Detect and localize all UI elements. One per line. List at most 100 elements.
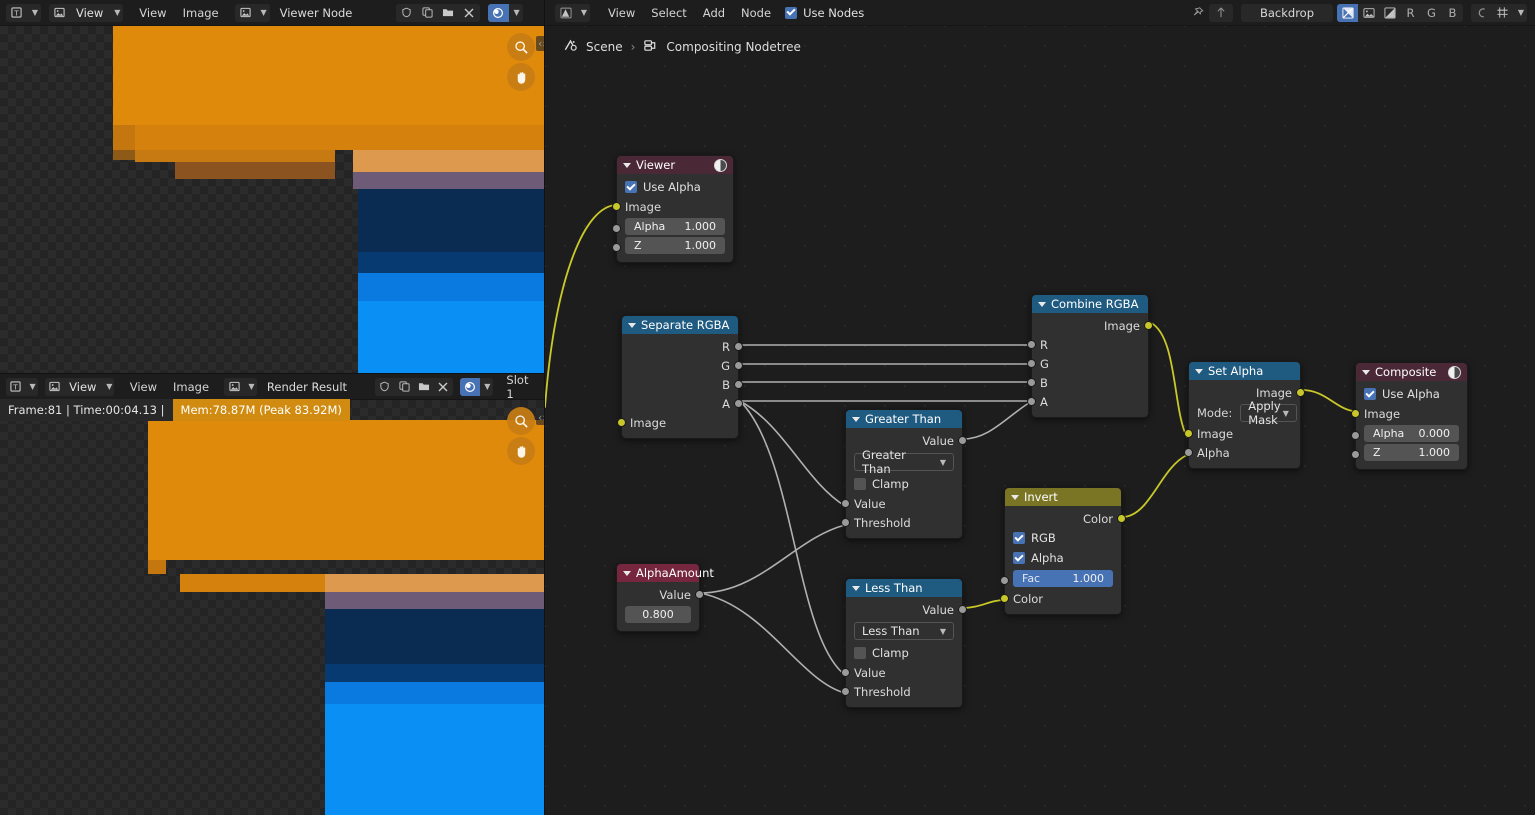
menu-add-node[interactable]: Add [695, 3, 733, 23]
area-divider-vertical[interactable] [544, 0, 545, 815]
collapse-chevron-icon[interactable] [628, 323, 636, 328]
datablock-actions-bottom[interactable] [375, 377, 453, 396]
node-socket[interactable] [1351, 450, 1360, 459]
pan-gizmo-top[interactable] [507, 63, 535, 91]
node-socket[interactable] [612, 202, 621, 211]
use-nodes-toggle[interactable]: Use Nodes [785, 6, 864, 20]
node-socket[interactable] [841, 499, 850, 508]
snap-icon[interactable] [1492, 3, 1513, 22]
node-socket[interactable] [958, 436, 967, 445]
node-header[interactable]: Set Alpha [1189, 362, 1300, 380]
green-channel[interactable]: G [1421, 3, 1442, 22]
image-datablock-icon[interactable] [224, 377, 244, 396]
breadcrumb-scene[interactable]: Scene [586, 40, 623, 54]
checkbox-clamp[interactable]: Clamp [846, 474, 962, 494]
copy-icon[interactable] [416, 3, 438, 22]
image-icon[interactable] [45, 377, 64, 396]
snap-chevron-icon[interactable]: ▼ [1513, 3, 1527, 22]
checkbox-box[interactable] [625, 181, 637, 193]
view-mode-selector-top[interactable]: View ▼ [49, 3, 124, 22]
render-slot-selector[interactable]: Slot 1 [498, 373, 545, 401]
node-socket[interactable] [841, 687, 850, 696]
parent-nodetree-button[interactable] [1209, 3, 1233, 22]
editor-type-selector-node[interactable]: ▼ [555, 3, 590, 22]
node-socket[interactable] [1027, 359, 1036, 368]
image-name-field-top[interactable]: Viewer Node [271, 3, 394, 22]
display-channels-selector-top[interactable]: ▼ [487, 3, 523, 22]
view-mode-label-bottom[interactable]: View [63, 377, 103, 396]
editor-type-selector-bottom[interactable]: T ▼ [5, 377, 38, 396]
node-socket[interactable] [612, 224, 621, 233]
value-field[interactable]: 0.800 [625, 606, 691, 623]
menu-image-top[interactable]: Image [175, 3, 227, 23]
collapse-chevron-icon[interactable] [852, 417, 860, 422]
folder-icon[interactable] [414, 377, 434, 396]
node-combine-rgba[interactable]: Combine RGBA Image R G B A [1027, 294, 1153, 418]
view-mode-selector-bottom[interactable]: View ▼ [45, 377, 115, 396]
input-alpha-field[interactable]: Alpha 0.000 [1364, 425, 1459, 442]
compositor-icon[interactable] [555, 3, 576, 22]
folder-icon[interactable] [437, 3, 459, 22]
operation-dropdown[interactable]: Less Than ▼ [854, 622, 954, 640]
node-socket[interactable] [734, 399, 743, 408]
node-header[interactable]: Separate RGBA [622, 316, 738, 334]
area-divider-horizontal[interactable] [0, 373, 545, 374]
node-editor-canvas[interactable]: Scene › Compositing Nodetree Viewer Use … [545, 26, 1535, 815]
view-mode-label-top[interactable]: View [70, 3, 110, 22]
checkbox-box[interactable] [1013, 552, 1025, 564]
display-channels-chevron-icon[interactable]: ▼ [508, 3, 523, 22]
node-header[interactable]: Combine RGBA [1032, 295, 1148, 313]
node-set-alpha[interactable]: Set Alpha Image Mode: Apply Mask ▼ Image Alpha [1184, 361, 1305, 469]
node-socket[interactable] [734, 361, 743, 370]
image-editor-icon[interactable]: T [6, 3, 27, 22]
collapse-chevron-icon[interactable] [1011, 495, 1019, 500]
node-composite[interactable]: Composite Use Alpha Image Alpha 0.000 Z 1.000 [1351, 362, 1468, 470]
collapse-chevron-icon[interactable] [623, 163, 631, 168]
checkbox-box[interactable] [1364, 388, 1376, 400]
node-socket[interactable] [1351, 409, 1360, 418]
menu-view-bottom[interactable]: View [122, 377, 165, 397]
checkbox-box[interactable] [854, 478, 866, 490]
node-header[interactable]: Composite [1356, 363, 1467, 381]
pan-gizmo-bottom[interactable] [507, 437, 535, 465]
node-greater-than[interactable]: Greater Than Value Greater Than ▼ Clamp Value… [841, 409, 967, 539]
collapse-chevron-icon[interactable] [1038, 302, 1046, 307]
checkbox-use-alpha[interactable]: Use Alpha [617, 177, 733, 197]
checkbox-alpha[interactable]: Alpha [1005, 548, 1121, 568]
node-header[interactable]: AlphaAmount [617, 564, 714, 582]
node-socket[interactable] [1351, 431, 1360, 440]
image-name-field-bottom[interactable]: Render Result [258, 377, 374, 396]
color-icon[interactable] [1358, 3, 1379, 22]
editor-type-chevron-icon[interactable]: ▼ [576, 3, 590, 22]
collapse-chevron-icon[interactable] [1362, 370, 1370, 375]
color-management-icon[interactable] [487, 3, 509, 22]
node-socket[interactable] [1027, 397, 1036, 406]
node-header[interactable]: Greater Than [846, 410, 962, 428]
backdrop-channels[interactable]: R G B [1337, 3, 1463, 22]
shield-icon[interactable] [395, 3, 417, 22]
node-socket[interactable] [1027, 378, 1036, 387]
image-datablock-selector-bottom[interactable]: ▼ [224, 377, 257, 396]
proportional-edit-icon[interactable] [1471, 3, 1492, 22]
checkbox-box[interactable] [854, 647, 866, 659]
image-datablock-icon[interactable] [234, 3, 256, 22]
node-invert[interactable]: Invert Color RGB Alpha Fac 1.000 Color [1000, 487, 1126, 615]
view-mode-chevron-icon[interactable]: ▼ [109, 3, 124, 22]
node-separate-rgba[interactable]: Separate RGBA R G B A Image [617, 315, 743, 439]
menu-node[interactable]: Node [733, 3, 779, 23]
image-editor-icon[interactable]: T [5, 377, 26, 396]
menu-select-node[interactable]: Select [643, 3, 694, 23]
image-editor-bottom-canvas[interactable] [0, 400, 545, 815]
node-header[interactable]: Less Than [846, 579, 962, 597]
node-socket[interactable] [1027, 340, 1036, 349]
backdrop-toggle[interactable]: Backdrop [1241, 3, 1333, 22]
node-socket[interactable] [1296, 388, 1305, 397]
collapse-chevron-icon[interactable] [623, 571, 631, 576]
x-icon[interactable] [458, 3, 480, 22]
image-icon[interactable] [49, 3, 70, 22]
checkbox-clamp[interactable]: Clamp [846, 643, 962, 663]
editor-type-chevron-icon[interactable]: ▼ [27, 3, 41, 22]
node-socket[interactable] [1117, 514, 1126, 523]
editor-type-chevron-icon[interactable]: ▼ [25, 377, 38, 396]
menu-image-bottom[interactable]: Image [165, 377, 217, 397]
